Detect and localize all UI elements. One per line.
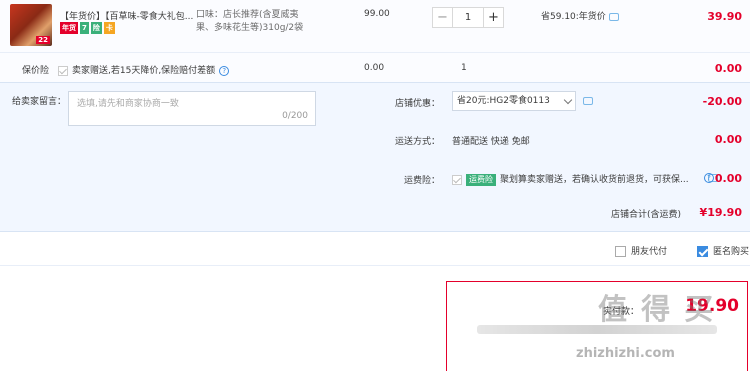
product-badges: 年货 7 险 卡 [60,22,115,34]
insurance-label: 保价险 [22,66,50,76]
memo-placeholder: 选填,请先和商家协商一致 [77,99,179,109]
anonymous-option[interactable]: 匿名购买 [697,244,749,257]
quantity-increase-button[interactable]: + [483,8,503,27]
anonymous-checkbox[interactable] [697,246,708,257]
product-title-link[interactable]: 【年货价】【百草味-零食大礼包... [60,9,195,22]
new-year-badge: 年货 [60,22,78,34]
shipping-amount: 0.00 [714,133,742,146]
return-insurance-badge: 运费险 [466,174,496,186]
seven-day-return-badge: 7 [80,22,89,34]
chat-icon[interactable] [608,12,619,21]
shop-promo-select[interactable]: 省20元:HG2零食0113 [452,91,576,111]
shop-promo-value: 省20元:HG2零食0113 [457,96,550,106]
shop-promo-label: 店铺优惠： [395,99,441,109]
insurance-subtotal: 0.00 [714,62,742,75]
chevron-down-icon [563,95,573,105]
return-insurance-checkbox [452,174,462,185]
friend-pay-option[interactable]: 朋友代付 [615,244,667,257]
help-icon[interactable]: ? [704,173,714,183]
return-insurance-option: 运费险 聚划算卖家赠送，若确认收货前退货，可获保... [452,172,689,186]
return-insurance-label: 运费险： [404,176,441,186]
discount-text: 省59.10:年货价 [541,12,606,22]
friend-pay-label: 朋友代付 [631,247,668,257]
quantity-input[interactable]: 1 [453,8,483,27]
return-insurance-amount: 0.00 [714,172,742,185]
memo-label: 给卖家留言： [12,97,67,107]
watermark-url: zhizhizhi.com [576,346,675,361]
friend-pay-checkbox[interactable] [615,246,626,257]
insurance-desc: 卖家赠送,若15天降价,保险赔付差额 [72,66,216,76]
insurance-badge: 险 [90,22,102,34]
discount-info: 省59.10:年货价 [541,9,619,22]
insurance-qty: 1 [461,63,467,73]
thumbnail-badge: 22 [36,36,50,44]
memo-field[interactable]: 选填,请先和商家协商一致 0/200 [68,91,316,126]
quantity-decrease-button[interactable]: − [433,8,453,27]
shop-total-label: 店铺合计(含运费) [611,210,682,220]
product-sku: 口味：店长推荐(含夏威夷果、多味花生等)310g/2袋 [196,10,304,33]
shipping-method: 普通配送 快递 免邮 [452,137,530,147]
unit-price: 99.00 [364,9,390,19]
insurance-price: 0.00 [364,63,385,73]
card-badge: 卡 [103,22,115,34]
shop-total-value: ¥19.90 [699,206,742,219]
item-subtotal: 39.90 [707,10,742,23]
return-insurance-desc: 聚划算卖家赠送，若确认收货前退货，可获保... [500,175,689,185]
watermark-logo: 值 得 买 [598,292,716,326]
product-thumbnail[interactable]: 22 [10,4,52,46]
help-icon[interactable]: ? [219,65,230,76]
insurance-checkbox [58,65,68,76]
shipping-label: 运送方式： [395,137,441,147]
anonymous-label: 匿名购买 [713,247,750,257]
insurance-option: 卖家赠送,若15天降价,保险赔付差额? [58,63,230,76]
memo-char-count: 0/200 [282,111,308,121]
quantity-stepper: − 1 + [432,7,504,28]
shop-promo-amount: -20.00 [702,95,742,108]
chat-icon[interactable] [583,96,593,105]
